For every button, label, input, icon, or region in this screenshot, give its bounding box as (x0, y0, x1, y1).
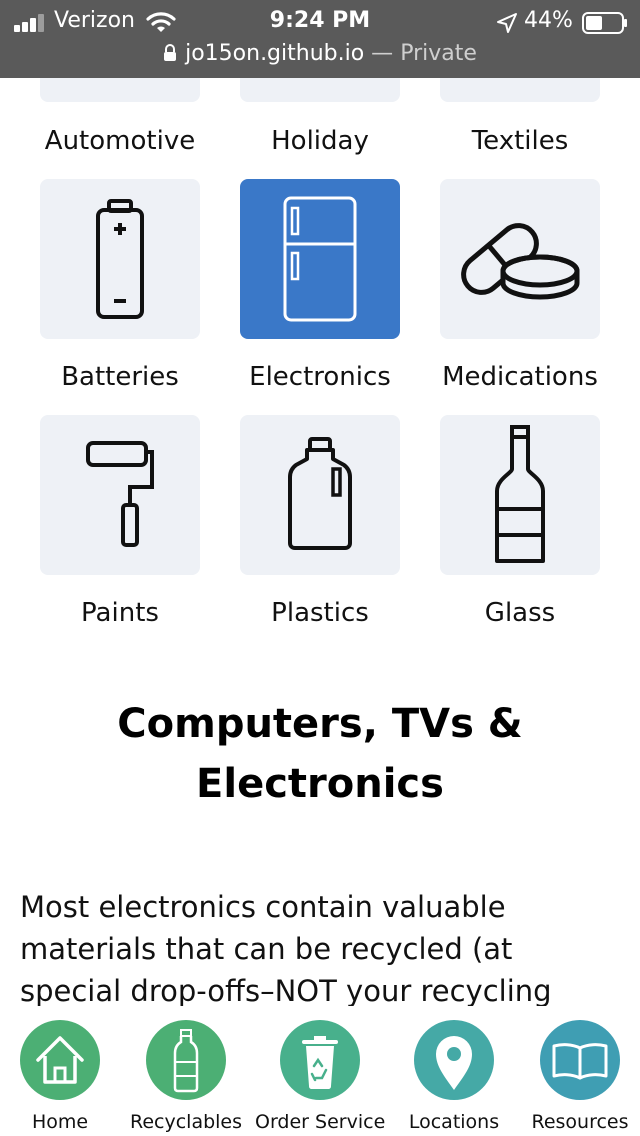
url-domain: jo15on.github.io (185, 41, 365, 66)
tile-paints[interactable] (40, 415, 200, 575)
body-line-2: materials that can be recycled (at (20, 932, 513, 966)
category-label-paints[interactable]: Paints (20, 597, 220, 629)
heading-line-1: Computers, TVs & (117, 701, 523, 747)
nav-label-home: Home (31, 1111, 89, 1133)
battery-percent: 44% (524, 8, 573, 33)
book-icon (540, 1020, 620, 1100)
battery-icon (96, 199, 144, 319)
tile-plastics[interactable] (240, 415, 400, 575)
category-label-electronics[interactable]: Electronics (220, 361, 420, 393)
nav-item-recyclables[interactable]: Recyclables (121, 1006, 251, 1136)
nav-label-recyclables: Recyclables (129, 1111, 243, 1133)
category-label-plastics[interactable]: Plastics (220, 597, 420, 629)
section-heading: Computers, TVs & Electronics (20, 694, 620, 814)
status-row: Verizon 9:24 PM 44% (0, 4, 640, 38)
tile-holiday[interactable] (240, 78, 400, 102)
category-label-textiles[interactable]: Textiles (420, 125, 620, 157)
category-label-glass[interactable]: Glass (420, 597, 620, 629)
nav-item-locations[interactable]: Locations (389, 1006, 519, 1136)
tile-automotive[interactable] (40, 78, 200, 102)
glass-bottle-icon (495, 425, 545, 563)
nav-item-order-service[interactable]: Order Service (255, 1006, 385, 1136)
refrigerator-icon (283, 196, 357, 322)
category-label-medications[interactable]: Medications (420, 361, 620, 393)
tile-electronics[interactable] (240, 179, 400, 339)
section-body: Most electronics contain valuable materi… (20, 886, 620, 1012)
lock-icon (164, 44, 177, 61)
nav-label-locations: Locations (408, 1111, 500, 1133)
pills-icon (461, 223, 580, 300)
battery-icon (582, 12, 627, 34)
home-icon (20, 1020, 100, 1100)
bottom-nav: Home Recyclables Order Service Locations… (0, 1006, 640, 1136)
nav-item-resources[interactable]: Resources (515, 1006, 640, 1136)
plastic-bottle-icon (146, 1020, 226, 1100)
tile-textiles[interactable] (440, 78, 600, 102)
map-pin-icon (414, 1020, 494, 1100)
location-arrow-icon (497, 13, 517, 33)
body-line-1: Most electronics contain valuable (20, 890, 506, 924)
nav-label-order-service: Order Service (255, 1111, 386, 1133)
status-bar: Verizon 9:24 PM 44% jo15on.github.io — P… (0, 0, 640, 78)
category-label-holiday[interactable]: Holiday (220, 125, 420, 157)
app-root: Verizon 9:24 PM 44% jo15on.github.io — P… (0, 0, 640, 1136)
paint-roller-icon (86, 441, 154, 547)
category-label-automotive[interactable]: Automotive (20, 125, 220, 157)
tile-medications[interactable] (440, 179, 600, 339)
recycle-bin-icon (280, 1020, 360, 1100)
category-label-batteries[interactable]: Batteries (20, 361, 220, 393)
tile-glass[interactable] (440, 415, 600, 575)
heading-line-2: Electronics (196, 761, 444, 807)
tile-batteries[interactable] (40, 179, 200, 339)
nav-item-home[interactable]: Home (0, 1006, 125, 1136)
private-mode-label: Private (400, 41, 477, 66)
plastic-jug-icon (288, 437, 352, 550)
url-bar[interactable]: jo15on.github.io — Private (0, 40, 640, 70)
nav-label-resources: Resources (531, 1111, 629, 1133)
url-separator: — (364, 41, 401, 66)
